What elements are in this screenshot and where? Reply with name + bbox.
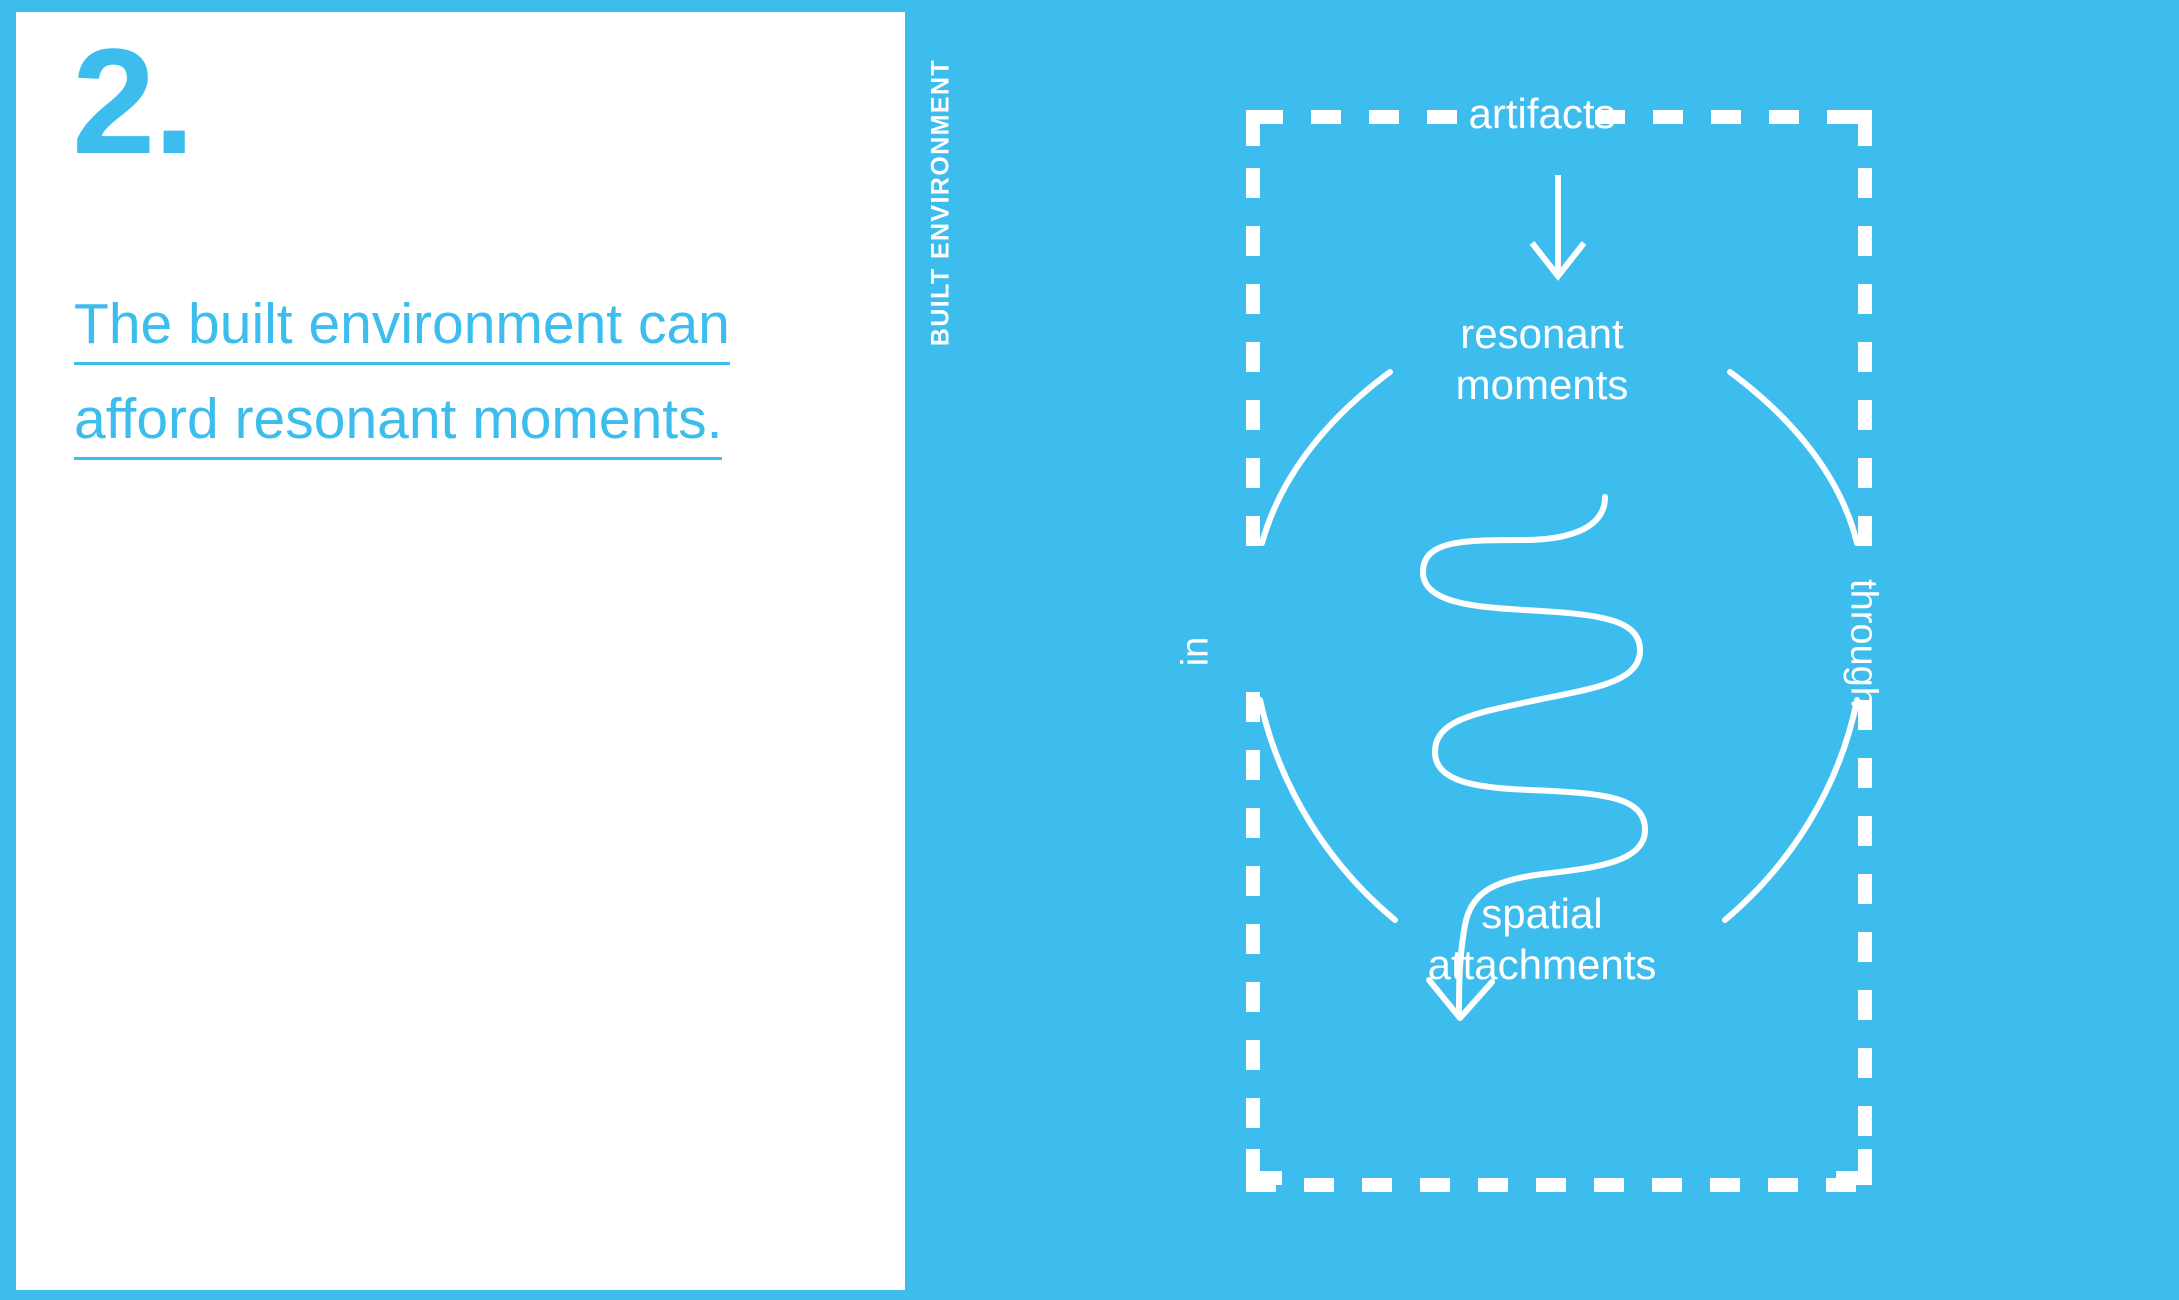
cycle-diagram: BUILT ENVIRONMENT artifacts resonant mom…: [905, 0, 2179, 1300]
content-card: 2. The built environment can afford reso…: [16, 12, 905, 1290]
artifacts-to-resonant-arrow: [1529, 175, 1587, 281]
page-title: The built environment can afford resonan…: [74, 287, 864, 477]
headline-line-1: The built environment can: [74, 292, 730, 365]
arc-left-lower: [1257, 697, 1398, 923]
headline-line-2: afford resonant moments.: [74, 387, 723, 461]
node-resonant-moments-line-1: resonant: [1460, 310, 1624, 357]
arc-right-lower: [1722, 697, 1860, 923]
slide-number: 2.: [72, 17, 195, 185]
node-spatial-attachments-label: spatial attachments: [905, 888, 2179, 990]
edge-label-in: in: [1174, 636, 1217, 667]
diagram-graphics: [1246, 110, 1872, 1192]
node-spatial-attachments-line-2: attachments: [1427, 941, 1657, 989]
edge-label-through: through: [1842, 579, 1885, 708]
slide-canvas: 2. The built environment can afford reso…: [0, 0, 2179, 1300]
node-spatial-attachments-line-1: spatial: [1481, 890, 1603, 937]
node-resonant-moments-label: resonant moments: [905, 308, 2179, 410]
node-resonant-moments-line-2: moments: [1455, 361, 1629, 409]
node-artifacts-label: artifacts: [1468, 90, 1616, 137]
